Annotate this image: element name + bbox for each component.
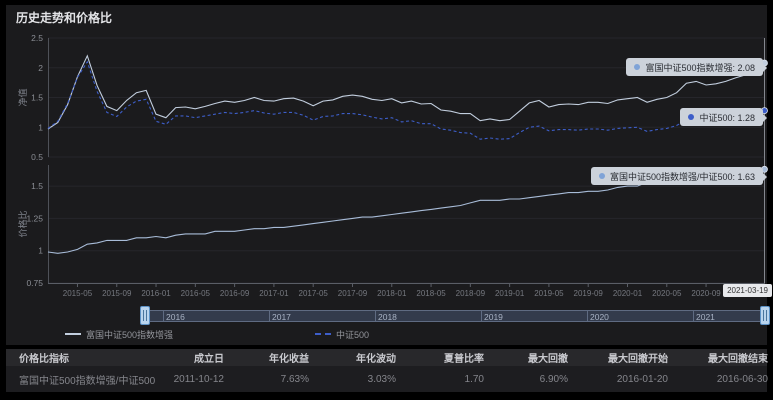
svg-text:2018-09: 2018-09 (456, 289, 486, 298)
chart-canvas[interactable]: 2.521.510.5净值1.51.2510.75价格比2015-052015-… (0, 0, 773, 305)
legend-item-fund[interactable]: 富国中证500指数增强 (65, 327, 173, 341)
ratio-value-label: 富国中证500指数增强/中证500: 1.63 (610, 170, 755, 183)
table-header-7: 最大回撤结束 (668, 350, 768, 365)
table-cell-0[interactable]: 富国中证500指数增强/中证500 (19, 372, 166, 387)
fund-series-dot-icon (634, 64, 640, 70)
slider-year-divider (587, 311, 588, 321)
table-cell-6: 2016-01-20 (568, 374, 668, 385)
table-header-1: 成立日 (166, 350, 224, 365)
page-title: 历史走势和价格比 (16, 9, 112, 26)
slider-year-divider (693, 311, 694, 321)
slider-year-label: 2021 (696, 312, 715, 322)
table-cell-1: 2011-10-12 (166, 374, 224, 385)
fund-analysis-panel: 历史走势和价格比 2.521.510.5净值1.51.2510.75价格比201… (0, 0, 773, 400)
svg-text:价格比: 价格比 (17, 210, 28, 237)
slider-year-divider (481, 311, 482, 321)
slider-year-label: 2020 (590, 312, 609, 322)
stats-table-row: 富国中证500指数增强/中证5002011-10-127.63%3.03%1.7… (6, 366, 767, 392)
table-header-4: 夏普比率 (396, 350, 484, 365)
slider-year-divider (375, 311, 376, 321)
table-cell-3: 3.03% (309, 374, 396, 385)
svg-text:2017-09: 2017-09 (338, 289, 368, 298)
table-header-6: 最大回撤开始 (568, 350, 668, 365)
slider-year-divider (269, 311, 270, 321)
svg-text:2020-09: 2020-09 (691, 289, 721, 298)
svg-text:1.25: 1.25 (26, 213, 43, 223)
svg-text:2019-05: 2019-05 (534, 289, 564, 298)
table-cell-4: 1.70 (396, 374, 484, 385)
svg-text:2016-05: 2016-05 (181, 289, 211, 298)
slider-year-label: 2017 (272, 312, 291, 322)
index-value-tooltip: 中证500: 1.28 (680, 108, 763, 126)
svg-text:2020-05: 2020-05 (652, 289, 682, 298)
svg-text:2016-09: 2016-09 (220, 289, 250, 298)
svg-text:2015-09: 2015-09 (102, 289, 132, 298)
slider-year-label: 2016 (166, 312, 185, 322)
fund-value-tooltip: 富国中证500指数增强: 2.08 (626, 58, 763, 76)
table-cell-7: 2016-06-30 (668, 374, 768, 385)
stats-table-header: 价格比指标成立日年化收益年化波动夏普比率最大回撤最大回撤开始最大回撤结束 (6, 349, 767, 366)
svg-text:1.5: 1.5 (31, 93, 43, 103)
svg-text:2020-01: 2020-01 (613, 289, 643, 298)
svg-text:2017-05: 2017-05 (299, 289, 329, 298)
datazoom-slider-track[interactable]: 2016 2017 2018 2019 2020 2021 (145, 310, 765, 322)
fund-value-label: 富国中证500指数增强: 2.08 (645, 61, 755, 74)
svg-text:2016-01: 2016-01 (141, 289, 171, 298)
chart-legend: 富国中证500指数增强 中证500 (0, 327, 773, 341)
svg-text:2017-01: 2017-01 (259, 289, 289, 298)
svg-text:2015-05: 2015-05 (63, 289, 93, 298)
svg-text:0.5: 0.5 (31, 152, 43, 162)
datazoom-right-handle[interactable] (760, 306, 770, 325)
table-header-3: 年化波动 (309, 350, 396, 365)
datazoom-left-handle[interactable] (140, 306, 150, 325)
svg-text:1: 1 (38, 122, 43, 132)
table-header-5: 最大回撤 (484, 350, 568, 365)
ratio-series-dot-icon (599, 173, 605, 179)
slider-year-label: 2018 (378, 312, 397, 322)
table-header-2: 年化收益 (224, 350, 309, 365)
table-cell-5: 6.90% (484, 374, 568, 385)
slider-year-divider (163, 311, 164, 321)
svg-text:2018-01: 2018-01 (377, 289, 407, 298)
table-cell-2: 7.63% (224, 374, 309, 385)
svg-text:2019-09: 2019-09 (574, 289, 604, 298)
ratio-value-tooltip: 富国中证500指数增强/中证500: 1.63 (591, 167, 763, 185)
svg-text:2.5: 2.5 (31, 33, 43, 43)
solid-line-icon (65, 333, 81, 335)
x-axis-date-tooltip: 2021-03-19 (723, 284, 772, 297)
index-series-dot-icon (688, 114, 694, 120)
svg-text:1.5: 1.5 (31, 181, 43, 191)
svg-text:1: 1 (38, 246, 43, 256)
slider-year-label: 2019 (484, 312, 503, 322)
svg-text:2018-05: 2018-05 (416, 289, 446, 298)
svg-text:0.75: 0.75 (26, 278, 43, 288)
legend-item-index[interactable]: 中证500 (315, 327, 369, 341)
legend-label-index: 中证500 (336, 328, 369, 341)
table-header-0: 价格比指标 (19, 350, 166, 365)
legend-label-fund: 富国中证500指数增强 (86, 328, 173, 341)
svg-text:2: 2 (38, 63, 43, 73)
index-value-label: 中证500: 1.28 (699, 111, 755, 124)
dashed-line-icon (315, 333, 331, 335)
svg-text:2019-01: 2019-01 (495, 289, 525, 298)
svg-text:净值: 净值 (17, 88, 28, 106)
